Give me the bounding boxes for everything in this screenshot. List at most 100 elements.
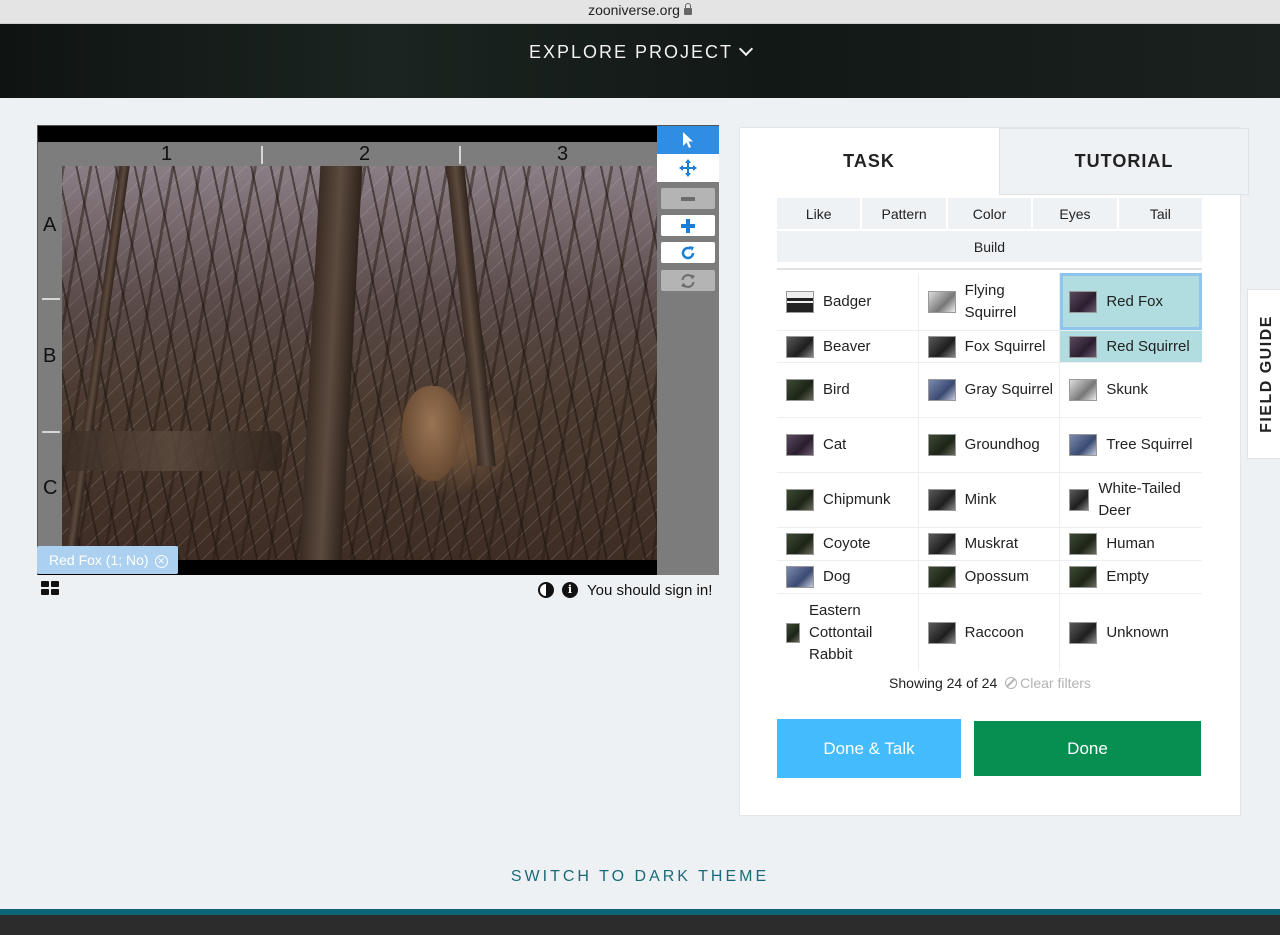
choice-opossum[interactable]: Opossum (919, 561, 1061, 593)
choice-fox-squirrel[interactable]: Fox Squirrel (919, 331, 1061, 362)
choice-thumbnail (1069, 434, 1098, 456)
project-header: EXPLORE PROJECT (0, 24, 1280, 98)
choice-thumbnail (1069, 335, 1098, 358)
choice-label: White-Tailed Deer (1098, 480, 1181, 519)
choice-gray-squirrel[interactable]: Gray Squirrel (919, 363, 1061, 417)
choice-dog[interactable]: Dog (777, 561, 919, 593)
choice-thumbnail (927, 489, 956, 511)
viewer-toolbar (657, 126, 719, 575)
choice-label: Badger (823, 292, 872, 310)
explore-project-menu[interactable]: EXPLORE PROJECT (0, 41, 1280, 63)
rotate-icon (681, 245, 695, 259)
grid-divider (42, 431, 60, 433)
done-button[interactable]: Done (974, 721, 1201, 776)
choice-label: Eastern Cottontail Rabbit (809, 601, 873, 663)
filter-pattern[interactable]: Pattern (862, 198, 948, 229)
filter-bar: Like Pattern Color Eyes Tail Build (777, 198, 1203, 262)
pointer-tool-button[interactable] (657, 126, 719, 154)
choice-coyote[interactable]: Coyote (777, 528, 919, 560)
choice-label: Red Fox (1106, 292, 1164, 310)
grid-column-label: 2 (359, 143, 371, 165)
filter-build[interactable]: Build (777, 231, 1202, 262)
tab-task[interactable]: TASK (740, 128, 998, 195)
annotation-tag[interactable]: Red Fox (1; No) ✕ (37, 546, 178, 574)
choice-white-tailed-deer[interactable]: White-Tailed Deer (1060, 473, 1202, 527)
url-bar[interactable]: zooniverse.org (0, 0, 1280, 24)
choice-beaver[interactable]: Beaver (777, 331, 919, 362)
choice-cat[interactable]: Cat (777, 418, 919, 472)
choice-thumbnail (1069, 290, 1098, 313)
grid-divider (459, 146, 461, 164)
move-tool-button[interactable] (657, 154, 719, 182)
grid-row-ruler: A B C (38, 166, 62, 560)
choice-muskrat[interactable]: Muskrat (919, 528, 1061, 560)
choice-raccoon[interactable]: Raccoon (919, 594, 1061, 671)
choice-chipmunk[interactable]: Chipmunk (777, 473, 919, 527)
subject-viewer[interactable]: 1 2 3 A B C (37, 125, 719, 575)
choice-label: Tree Squirrel (1106, 436, 1193, 453)
grid-column-label: 3 (557, 143, 569, 165)
tab-tutorial[interactable]: TUTORIAL (999, 128, 1249, 195)
choice-label: Opossum (964, 568, 1029, 585)
choice-unknown[interactable]: Unknown (1060, 594, 1202, 671)
chevron-down-icon (738, 41, 754, 57)
minus-icon (681, 196, 695, 201)
showing-count-text: Showing 24 of 24 (889, 675, 998, 691)
filter-eyes[interactable]: Eyes (1033, 198, 1119, 229)
field-guide-tab[interactable]: FIELD GUIDE (1247, 289, 1280, 459)
choice-thumbnail (786, 489, 814, 511)
switch-dark-theme-button[interactable]: SWITCH TO DARK THEME (0, 868, 1280, 886)
choice-thumbnail (1069, 621, 1098, 644)
choice-empty[interactable]: Empty (1060, 561, 1202, 593)
tree-trunk (299, 166, 363, 560)
choice-badger[interactable]: Badger (777, 273, 919, 330)
reset-view-button[interactable] (661, 270, 715, 291)
zoom-in-button[interactable] (661, 215, 715, 236)
subject-image[interactable] (62, 166, 657, 560)
choice-thumbnail (927, 335, 956, 358)
grid-column-ruler: 1 2 3 (38, 142, 657, 166)
grid-divider (261, 146, 263, 164)
choice-label: Fox Squirrel (964, 337, 1046, 355)
choice-label: Dog (823, 568, 851, 585)
choice-red-squirrel[interactable]: Red Squirrel (1060, 331, 1202, 362)
choice-human[interactable]: Human (1060, 528, 1202, 560)
cursor-arrow-icon (683, 132, 693, 148)
choice-thumbnail (927, 379, 956, 401)
choice-thumbnail (786, 434, 814, 456)
choice-mink[interactable]: Mink (919, 473, 1061, 527)
info-icon[interactable]: i (562, 582, 578, 598)
rotate-button[interactable] (661, 242, 715, 263)
field-guide-label: FIELD GUIDE (1258, 315, 1275, 433)
choice-groundhog[interactable]: Groundhog (919, 418, 1061, 472)
choice-eastern-cottontail-rabbit[interactable]: Eastern Cottontail Rabbit (777, 594, 919, 671)
remove-annotation-icon[interactable]: ✕ (154, 555, 168, 568)
invert-contrast-icon[interactable] (538, 582, 554, 598)
choice-red-fox[interactable]: Red Fox (1060, 273, 1202, 330)
choice-thumbnail (786, 533, 814, 555)
filter-like[interactable]: Like (777, 198, 863, 229)
grid-view-icon[interactable] (41, 581, 59, 595)
explore-project-label: EXPLORE PROJECT (528, 42, 734, 62)
choice-label: Muskrat (964, 535, 1018, 552)
tab-task-label: TASK (843, 151, 895, 171)
choice-thumbnail (1069, 533, 1098, 555)
grid-row-label: A (43, 214, 57, 236)
zoom-out-button[interactable] (661, 188, 715, 209)
choice-tree-squirrel[interactable]: Tree Squirrel (1060, 418, 1202, 472)
annotation-tag-label: Red Fox (1; No) (49, 552, 149, 568)
move-arrows-icon (679, 159, 697, 177)
clear-filters-link[interactable]: Clear filters (1005, 675, 1091, 691)
filter-tail[interactable]: Tail (1118, 198, 1203, 229)
refresh-icon (681, 273, 695, 288)
choice-flying-squirrel[interactable]: Flying Squirrel (919, 273, 1061, 330)
filter-divider (777, 268, 1202, 270)
choice-thumbnail (927, 434, 956, 456)
choice-thumbnail (786, 379, 814, 401)
filter-color[interactable]: Color (947, 198, 1034, 229)
done-and-talk-button[interactable]: Done & Talk (777, 719, 961, 778)
choice-bird[interactable]: Bird (777, 363, 919, 417)
choice-skunk[interactable]: Skunk (1060, 363, 1202, 417)
choice-thumbnail (786, 622, 800, 643)
choice-label: Bird (823, 381, 850, 398)
